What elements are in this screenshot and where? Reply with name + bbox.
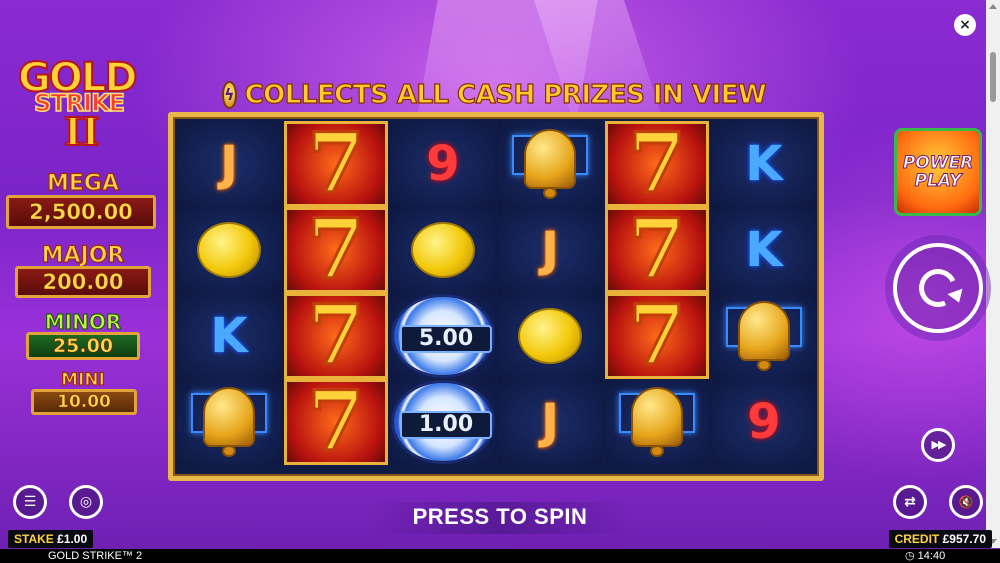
symbol-k: K	[712, 121, 816, 207]
seven-icon: 7	[306, 202, 366, 298]
jackpot-minor-value: 25.00	[26, 332, 140, 360]
symbol-k-glyph: K	[210, 308, 248, 364]
symbol-bell	[498, 121, 602, 207]
symbol-k-glyph: K	[745, 136, 783, 192]
symbol-cash-chip: 5.00	[391, 293, 495, 379]
symbol-lemon	[177, 207, 281, 293]
seven-icon: 7	[627, 116, 687, 212]
jackpot-major-label: MAJOR	[41, 242, 125, 268]
cash-chip-value: 5.00	[400, 325, 492, 353]
seven-icon: 7	[627, 202, 687, 298]
symbol-lemon	[498, 293, 602, 379]
autoplay-button[interactable]: ▶▶	[921, 428, 955, 462]
symbol-j: J	[498, 379, 602, 465]
game-logo: GOLD STRIKE II	[14, 54, 159, 155]
press-to-spin-text: PRESS TO SPIN	[412, 504, 588, 529]
bell-icon	[724, 299, 804, 373]
clock-time: 14:40	[917, 550, 946, 562]
symbol-9: 9	[391, 121, 495, 207]
bell-icon	[510, 127, 590, 201]
jackpot-minor-label: MINOR	[44, 309, 122, 334]
banner-text: COLLECTS ALL CASH PRIZES IN VIEW	[244, 79, 767, 110]
cash-chip-icon: 5.00	[391, 294, 495, 378]
symbol-lemon	[391, 207, 495, 293]
jackpot-mega-label: MEGA	[46, 170, 119, 196]
scroll-thumb[interactable]	[990, 52, 996, 102]
symbol-seven: 7	[605, 293, 709, 379]
reel-grid: J 7 9 7 K 7 J 7 K K 7 5.00 7 7 1.00 J 9	[168, 112, 824, 481]
symbol-j: J	[498, 207, 602, 293]
symbol-j-glyph: J	[541, 222, 559, 278]
game-stage: × GOLD STRIKE II MEGA 2,500.00 MAJOR 200…	[0, 0, 1000, 563]
symbol-bell	[605, 379, 709, 465]
lemon-icon	[197, 222, 261, 278]
cash-chip-value: 1.00	[400, 411, 492, 439]
symbol-9: 9	[712, 379, 816, 465]
jackpot-mini-value: 10.00	[31, 389, 137, 415]
symbol-bell	[712, 293, 816, 379]
seven-icon: 7	[627, 288, 687, 384]
symbol-k-glyph: K	[745, 222, 783, 278]
bell-icon	[617, 385, 697, 459]
stake-display[interactable]: STAKE £1.00	[8, 530, 94, 548]
symbol-cash-chip: 1.00	[391, 379, 495, 465]
symbol-j-glyph: J	[541, 394, 559, 450]
clock: ◷ 14:40	[905, 550, 946, 562]
seven-icon: 7	[306, 116, 366, 212]
symbol-seven: 7	[284, 379, 388, 465]
logo-numeral: II	[63, 108, 101, 155]
lemon-icon	[411, 222, 475, 278]
power-play-label: PLAY	[914, 171, 962, 191]
footer-bar: GOLD STRIKE™ 2 ◷ 14:40	[0, 549, 1000, 563]
symbol-j-glyph: J	[220, 136, 238, 192]
seven-icon: 7	[306, 288, 366, 384]
power-play-button[interactable]: POWER PLAY	[894, 128, 982, 216]
credit-display: CREDIT £957.70	[888, 530, 992, 548]
symbol-9-glyph: 9	[426, 136, 460, 192]
credit-value: £957.70	[942, 532, 986, 546]
feature-banner: ϟ COLLECTS ALL CASH PRIZES IN VIEW	[222, 78, 767, 112]
jackpot-major-value: 200.00	[15, 266, 151, 298]
power-play-label: POWER	[902, 153, 974, 173]
stake-label: STAKE	[14, 532, 54, 546]
spin-arrow-icon	[913, 263, 963, 313]
symbol-bell	[177, 379, 281, 465]
game-title: GOLD STRIKE™ 2	[48, 550, 143, 562]
lightning-coin-icon: ϟ	[222, 81, 237, 109]
scrollbar[interactable]	[986, 0, 1000, 548]
jackpot-mega-value: 2,500.00	[6, 195, 156, 229]
stake-value: £1.00	[57, 532, 88, 546]
bell-icon	[189, 385, 269, 459]
lemon-icon	[518, 308, 582, 364]
symbol-k: K	[177, 293, 281, 379]
symbol-seven: 7	[605, 121, 709, 207]
symbol-seven: 7	[284, 121, 388, 207]
credit-label: CREDIT	[894, 532, 940, 546]
symbol-j: J	[177, 121, 281, 207]
symbol-k: K	[712, 207, 816, 293]
scroll-up-icon[interactable]	[989, 4, 997, 9]
symbol-seven: 7	[605, 207, 709, 293]
close-button[interactable]: ×	[954, 14, 976, 36]
symbol-seven: 7	[284, 293, 388, 379]
spin-button[interactable]	[893, 243, 983, 333]
seven-icon: 7	[306, 374, 366, 470]
symbol-seven: 7	[284, 207, 388, 293]
jackpot-mini-label: MINI	[60, 369, 105, 390]
cash-chip-icon: 1.00	[391, 380, 495, 464]
symbol-9-glyph: 9	[747, 394, 781, 450]
